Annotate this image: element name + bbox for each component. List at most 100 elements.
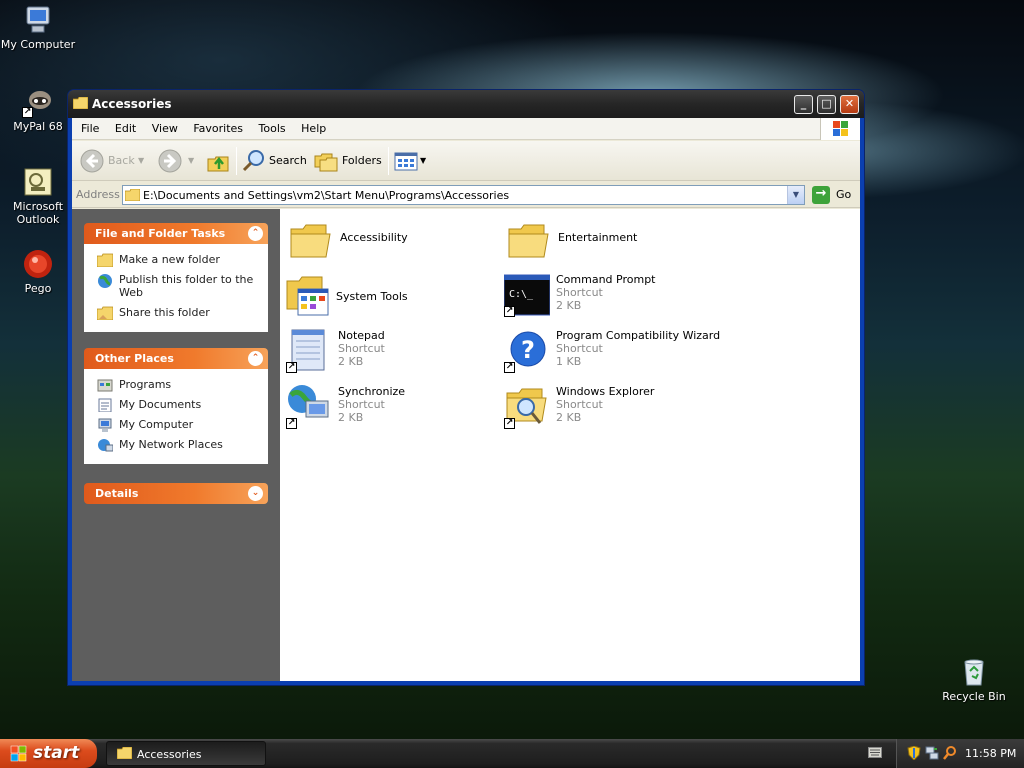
search-label: Search	[269, 154, 307, 167]
globe-icon	[97, 273, 113, 288]
desktop-icon-pego[interactable]: Pego	[0, 248, 76, 295]
file-item-windows-explorer[interactable]: ↗ Windows Explorer Shortcut 2 KB	[504, 383, 714, 431]
address-bar: Address E:\Documents and Settings\vm2\St…	[72, 182, 860, 208]
panel-header[interactable]: Details ⌄	[84, 483, 268, 504]
file-name: Windows Explorer	[556, 385, 655, 398]
panel-title: Other Places	[95, 352, 174, 365]
notepad-icon: ↗	[286, 327, 332, 373]
new-folder-icon	[96, 253, 114, 268]
file-type: Shortcut	[556, 286, 603, 299]
start-label: start	[33, 743, 80, 763]
maximize-button[interactable]: □	[817, 95, 836, 114]
panel-header[interactable]: Other Places ⌃	[84, 348, 268, 369]
file-item-system-tools[interactable]: System Tools	[284, 271, 494, 319]
file-item-program-compatibility-wizard[interactable]: ? ↗ Program Compatibility Wizard Shortcu…	[504, 327, 720, 375]
search-button[interactable]: Search	[242, 148, 308, 174]
task-publish-web[interactable]: Publish this folder to the Web	[85, 273, 267, 299]
windows-flag-icon	[10, 745, 28, 763]
menu-edit[interactable]: Edit	[109, 118, 142, 140]
file-item-notepad[interactable]: ↗ Notepad Shortcut 2 KB	[286, 327, 496, 375]
file-item-synchronize[interactable]: ↗ Synchronize Shortcut 2 KB	[286, 383, 496, 431]
place-my-documents[interactable]: My Documents	[85, 398, 267, 413]
share-folder-icon	[96, 306, 114, 321]
close-button[interactable]: ✕	[840, 95, 859, 114]
search-tray-icon[interactable]	[943, 746, 957, 760]
place-my-network-places[interactable]: My Network Places	[85, 438, 267, 452]
taskbar: start Accessories 11:58 PM	[0, 739, 1024, 768]
forward-dropdown[interactable]: ▼	[188, 148, 198, 174]
my-documents-icon	[97, 398, 113, 413]
expand-chevron-icon[interactable]: ⌄	[248, 486, 263, 501]
security-shield-icon[interactable]	[907, 745, 921, 761]
forward-arrow-icon	[158, 149, 182, 173]
folders-label: Folders	[342, 154, 382, 167]
menu-favorites[interactable]: Favorites	[187, 118, 249, 140]
network-status-icon[interactable]	[925, 746, 939, 760]
forward-button[interactable]	[158, 148, 186, 174]
folders-icon	[314, 149, 338, 173]
minimize-button[interactable]: _	[794, 95, 813, 114]
desktop-icon-mypal[interactable]: ↗ MyPal 68	[0, 86, 76, 133]
desktop-icon-label: My Computer	[0, 38, 76, 51]
go-label: Go	[836, 188, 852, 201]
folder-icon	[116, 746, 133, 760]
menu-file[interactable]: File	[75, 118, 105, 140]
views-icon	[394, 149, 418, 173]
svg-text:?: ?	[521, 336, 535, 364]
up-folder-icon	[206, 149, 230, 173]
address-path: E:\Documents and Settings\vm2\Start Menu…	[143, 189, 510, 202]
place-my-computer[interactable]: My Computer	[85, 418, 267, 432]
folder-icon	[124, 188, 141, 202]
my-computer-icon	[22, 4, 54, 36]
start-button[interactable]: start	[0, 739, 97, 768]
explorer-window: Accessories _ □ ✕ File Edit View Favorit…	[67, 89, 865, 686]
desktop-icon-label: MyPal 68	[13, 120, 63, 133]
recycle-bin-icon	[958, 656, 990, 688]
taskbar-button-accessories[interactable]: Accessories	[106, 741, 266, 766]
file-item-entertainment[interactable]: Entertainment	[506, 219, 716, 267]
mypal-icon: ↗	[22, 86, 54, 118]
command-prompt-icon: C:\_ ↗	[503, 271, 551, 317]
collapse-chevron-icon[interactable]: ⌃	[248, 351, 263, 366]
keyboard-icon[interactable]	[868, 747, 882, 758]
window-body: File Edit View Favorites Tools Help Back…	[72, 118, 860, 681]
task-make-new-folder[interactable]: Make a new folder	[85, 253, 267, 268]
file-size: 2 KB	[556, 299, 582, 312]
task-share-folder[interactable]: Share this folder	[85, 306, 267, 321]
menu-view[interactable]: View	[146, 118, 184, 140]
file-size: 1 KB	[556, 355, 582, 368]
views-button[interactable]: ▼	[394, 148, 430, 174]
window-title: Accessories	[92, 97, 172, 111]
back-button[interactable]: Back	[80, 148, 140, 174]
shortcut-arrow-icon: ↗	[286, 362, 297, 373]
address-dropdown-button[interactable]: ▼	[787, 186, 804, 204]
system-tools-folder-icon	[284, 271, 330, 317]
title-bar[interactable]: Accessories _ □ ✕	[68, 90, 864, 118]
menu-help[interactable]: Help	[295, 118, 332, 140]
desktop-icon-label: Pego	[24, 282, 52, 295]
panel-header[interactable]: File and Folder Tasks ⌃	[84, 223, 268, 244]
system-tray: 11:58 PM	[896, 739, 1024, 768]
place-programs[interactable]: Programs	[85, 378, 267, 392]
other-places-panel: Other Places ⌃ Programs My Documents My …	[84, 348, 268, 464]
collapse-chevron-icon[interactable]: ⌃	[248, 226, 263, 241]
desktop-icon-my-computer[interactable]: My Computer	[0, 4, 76, 51]
panel-title: File and Folder Tasks	[95, 227, 226, 240]
folders-button[interactable]: Folders	[314, 148, 384, 174]
desktop-icon-outlook[interactable]: Microsoft Outlook	[0, 166, 76, 226]
file-item-accessibility[interactable]: Accessibility	[288, 219, 498, 267]
desktop-icon-recycle-bin[interactable]: Recycle Bin	[936, 656, 1012, 703]
file-type: Shortcut	[338, 398, 385, 411]
address-input[interactable]: E:\Documents and Settings\vm2\Start Menu…	[122, 185, 805, 205]
toolbar-separator	[236, 147, 237, 175]
file-name: Entertainment	[558, 231, 638, 244]
menu-tools[interactable]: Tools	[253, 118, 292, 140]
back-dropdown[interactable]: ▼	[138, 148, 148, 174]
desktop-icon-label: Microsoft Outlook	[12, 200, 64, 226]
help-wizard-icon: ? ↗	[504, 327, 550, 373]
windows-explorer-icon: ↗	[504, 383, 550, 429]
file-item-command-prompt[interactable]: C:\_ ↗ Command Prompt Shortcut 2 KB	[503, 271, 714, 319]
views-dropdown-icon: ▼	[420, 156, 427, 165]
up-button[interactable]	[206, 148, 232, 174]
go-button[interactable]: → Go	[812, 185, 858, 205]
